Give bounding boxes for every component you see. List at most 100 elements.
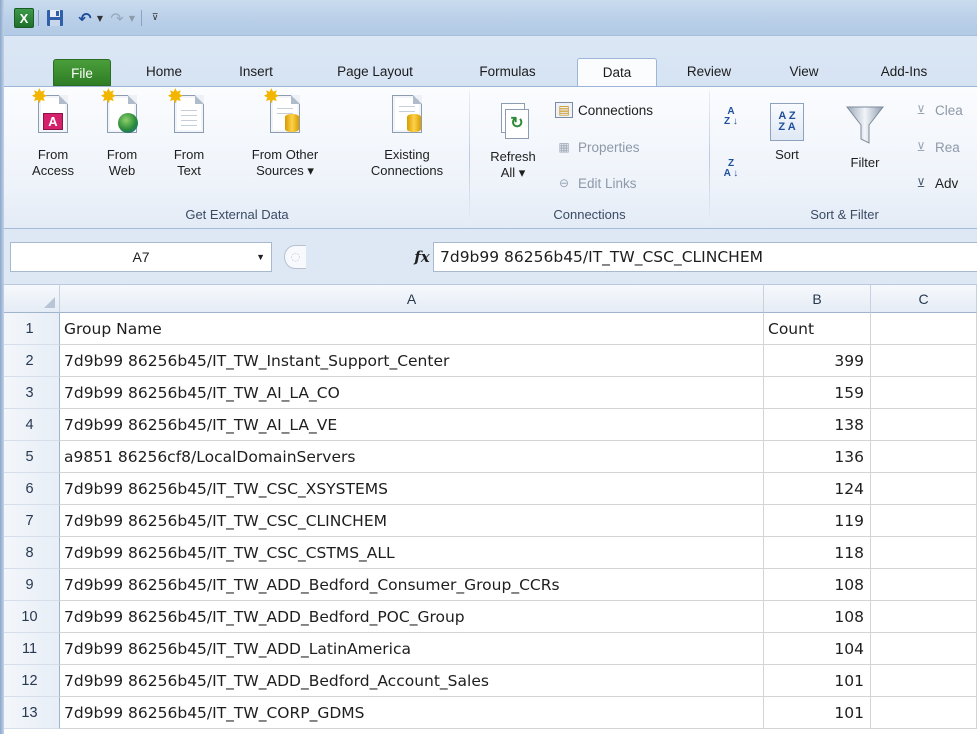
advanced-filter-button[interactable]: ⊻ Adv <box>912 172 959 194</box>
row-header[interactable]: 8 <box>0 537 60 569</box>
column-header-c[interactable]: C <box>871 285 977 313</box>
cell-b[interactable]: 101 <box>764 665 871 697</box>
row-header[interactable]: 9 <box>0 569 60 601</box>
cell-a[interactable]: 7d9b99 86256b45/IT_TW_CSC_CLINCHEM <box>60 505 764 537</box>
redo-icon[interactable]: ↷ <box>108 8 126 28</box>
cell-b[interactable]: Count <box>764 313 871 345</box>
existing-connections-button[interactable]: Existing Connections <box>350 95 464 179</box>
undo-dropdown-icon[interactable]: ▼ <box>95 8 105 28</box>
row-header[interactable]: 13 <box>0 697 60 729</box>
tab-view[interactable]: View <box>775 58 833 86</box>
tab-page-layout[interactable]: Page Layout <box>318 58 432 86</box>
cell-c[interactable] <box>871 665 977 697</box>
tab-file[interactable]: File <box>53 59 111 86</box>
cell-c[interactable] <box>871 441 977 473</box>
column-header-a[interactable]: A <box>60 285 764 313</box>
from-other-sources-button[interactable]: ✸ From Other Sources ▾ <box>226 87 344 179</box>
cell-a[interactable]: 7d9b99 86256b45/IT_TW_ADD_Bedford_Consum… <box>60 569 764 601</box>
cell-c[interactable] <box>871 345 977 377</box>
from-access-button[interactable]: ✸ A From Access <box>28 87 78 179</box>
tab-insert[interactable]: Insert <box>224 58 288 86</box>
row-header[interactable]: 4 <box>0 409 60 441</box>
excel-logo-icon[interactable]: X <box>14 8 34 28</box>
sort-filter-group-label: Sort & Filter <box>810 207 879 222</box>
cell-a[interactable]: 7d9b99 86256b45/IT_TW_CSC_XSYSTEMS <box>60 473 764 505</box>
properties-label: Properties <box>578 139 640 155</box>
cell-a[interactable]: 7d9b99 86256b45/IT_TW_CSC_CSTMS_ALL <box>60 537 764 569</box>
undo-icon[interactable]: ↶ <box>76 8 94 28</box>
cell-c[interactable] <box>871 473 977 505</box>
row-header[interactable]: 3 <box>0 377 60 409</box>
row-header[interactable]: 2 <box>0 345 60 377</box>
name-box-dropdown-icon[interactable]: ▼ <box>256 243 265 271</box>
cell-b[interactable]: 124 <box>764 473 871 505</box>
cell-b[interactable]: 104 <box>764 633 871 665</box>
clear-filter-button[interactable]: ⊻ Clea <box>912 99 963 121</box>
properties-button[interactable]: ▦ Properties <box>555 136 640 158</box>
cell-a[interactable]: 7d9b99 86256b45/IT_TW_CORP_GDMS <box>60 697 764 729</box>
cell-a[interactable]: 7d9b99 86256b45/IT_TW_ADD_LatinAmerica <box>60 633 764 665</box>
tab-home[interactable]: Home <box>130 58 198 86</box>
cell-a[interactable]: 7d9b99 86256b45/IT_TW_AI_LA_CO <box>60 377 764 409</box>
cell-a[interactable]: Group Name <box>60 313 764 345</box>
cell-c[interactable] <box>871 377 977 409</box>
from-text-button[interactable]: ✸ From Text <box>164 87 214 179</box>
cell-a[interactable]: 7d9b99 86256b45/IT_TW_AI_LA_VE <box>60 409 764 441</box>
tab-formulas[interactable]: Formulas <box>465 58 550 86</box>
edit-links-button[interactable]: ⊖ Edit Links <box>555 172 637 194</box>
tab-review[interactable]: Review <box>670 58 748 86</box>
cell-a[interactable]: 7d9b99 86256b45/IT_TW_ADD_Bedford_POC_Gr… <box>60 601 764 633</box>
row-header[interactable]: 1 <box>0 313 60 345</box>
cell-b[interactable]: 138 <box>764 409 871 441</box>
tab-data[interactable]: Data <box>577 58 657 87</box>
refresh-all-button[interactable]: ↻ Refresh All ▾ <box>478 103 548 181</box>
row-header[interactable]: 11 <box>0 633 60 665</box>
filter-button[interactable]: Filter <box>836 101 894 171</box>
cell-c[interactable] <box>871 409 977 441</box>
select-all-corner[interactable] <box>0 285 60 313</box>
connections-button[interactable]: ▤ Connections <box>555 99 653 121</box>
cell-b[interactable]: 101 <box>764 697 871 729</box>
cell-c[interactable] <box>871 537 977 569</box>
sort-button[interactable]: A ZZ A Sort <box>760 103 814 163</box>
cell-a[interactable]: 7d9b99 86256b45/IT_TW_Instant_Support_Ce… <box>60 345 764 377</box>
cell-c[interactable] <box>871 505 977 537</box>
cell-b[interactable]: 118 <box>764 537 871 569</box>
from-web-button[interactable]: ✸ From Web <box>94 87 150 179</box>
row-header[interactable]: 6 <box>0 473 60 505</box>
cell-b[interactable]: 159 <box>764 377 871 409</box>
cell-c[interactable] <box>871 569 977 601</box>
column-header-b[interactable]: B <box>764 285 871 313</box>
redo-dropdown-icon[interactable]: ▼ <box>127 8 137 28</box>
cell-c[interactable] <box>871 633 977 665</box>
insert-function-icon[interactable]: fx <box>410 245 434 269</box>
cell-c[interactable] <box>871 601 977 633</box>
cell-a[interactable]: 7d9b99 86256b45/IT_TW_ADD_Bedford_Accoun… <box>60 665 764 697</box>
cell-b[interactable]: 108 <box>764 569 871 601</box>
customize-toolbar-icon[interactable]: ⊽ <box>148 8 162 28</box>
row-header[interactable]: 5 <box>0 441 60 473</box>
sort-z-to-a-button[interactable]: ZA ↓ <box>716 159 746 179</box>
name-box[interactable]: A7 ▼ <box>10 242 272 272</box>
sort-a-to-z-icon: AZ ↓ <box>724 106 738 127</box>
save-icon[interactable] <box>45 8 65 28</box>
row-header[interactable]: 7 <box>0 505 60 537</box>
formula-cancel-icon[interactable]: ◌ <box>284 245 306 269</box>
title-bar: X ↶ ▼ ↷ ▼ ⊽ <box>0 0 977 36</box>
reapply-filter-button[interactable]: ⊻ Rea <box>912 136 960 158</box>
row-header[interactable]: 12 <box>0 665 60 697</box>
sort-a-to-z-button[interactable]: AZ ↓ <box>716 107 746 127</box>
worksheet-grid[interactable]: A B C 1 Group Name Count 2 7d9b99 86256b45/I… <box>0 285 977 734</box>
cell-c[interactable] <box>871 313 977 345</box>
cell-b[interactable]: 136 <box>764 441 871 473</box>
tab-add-ins[interactable]: Add-Ins <box>864 58 944 86</box>
cell-c[interactable] <box>871 697 977 729</box>
formula-input[interactable]: 7d9b99 86256b45/IT_TW_CSC_CLINCHEM <box>433 242 977 272</box>
row-header[interactable]: 10 <box>0 601 60 633</box>
cell-b[interactable]: 119 <box>764 505 871 537</box>
cell-a[interactable]: a9851 86256cf8/LocalDomainServers <box>60 441 764 473</box>
cell-b[interactable]: 399 <box>764 345 871 377</box>
text-doc-icon: ✸ <box>167 87 204 133</box>
from-other-sources-label: From Other <box>251 147 319 162</box>
cell-b[interactable]: 108 <box>764 601 871 633</box>
